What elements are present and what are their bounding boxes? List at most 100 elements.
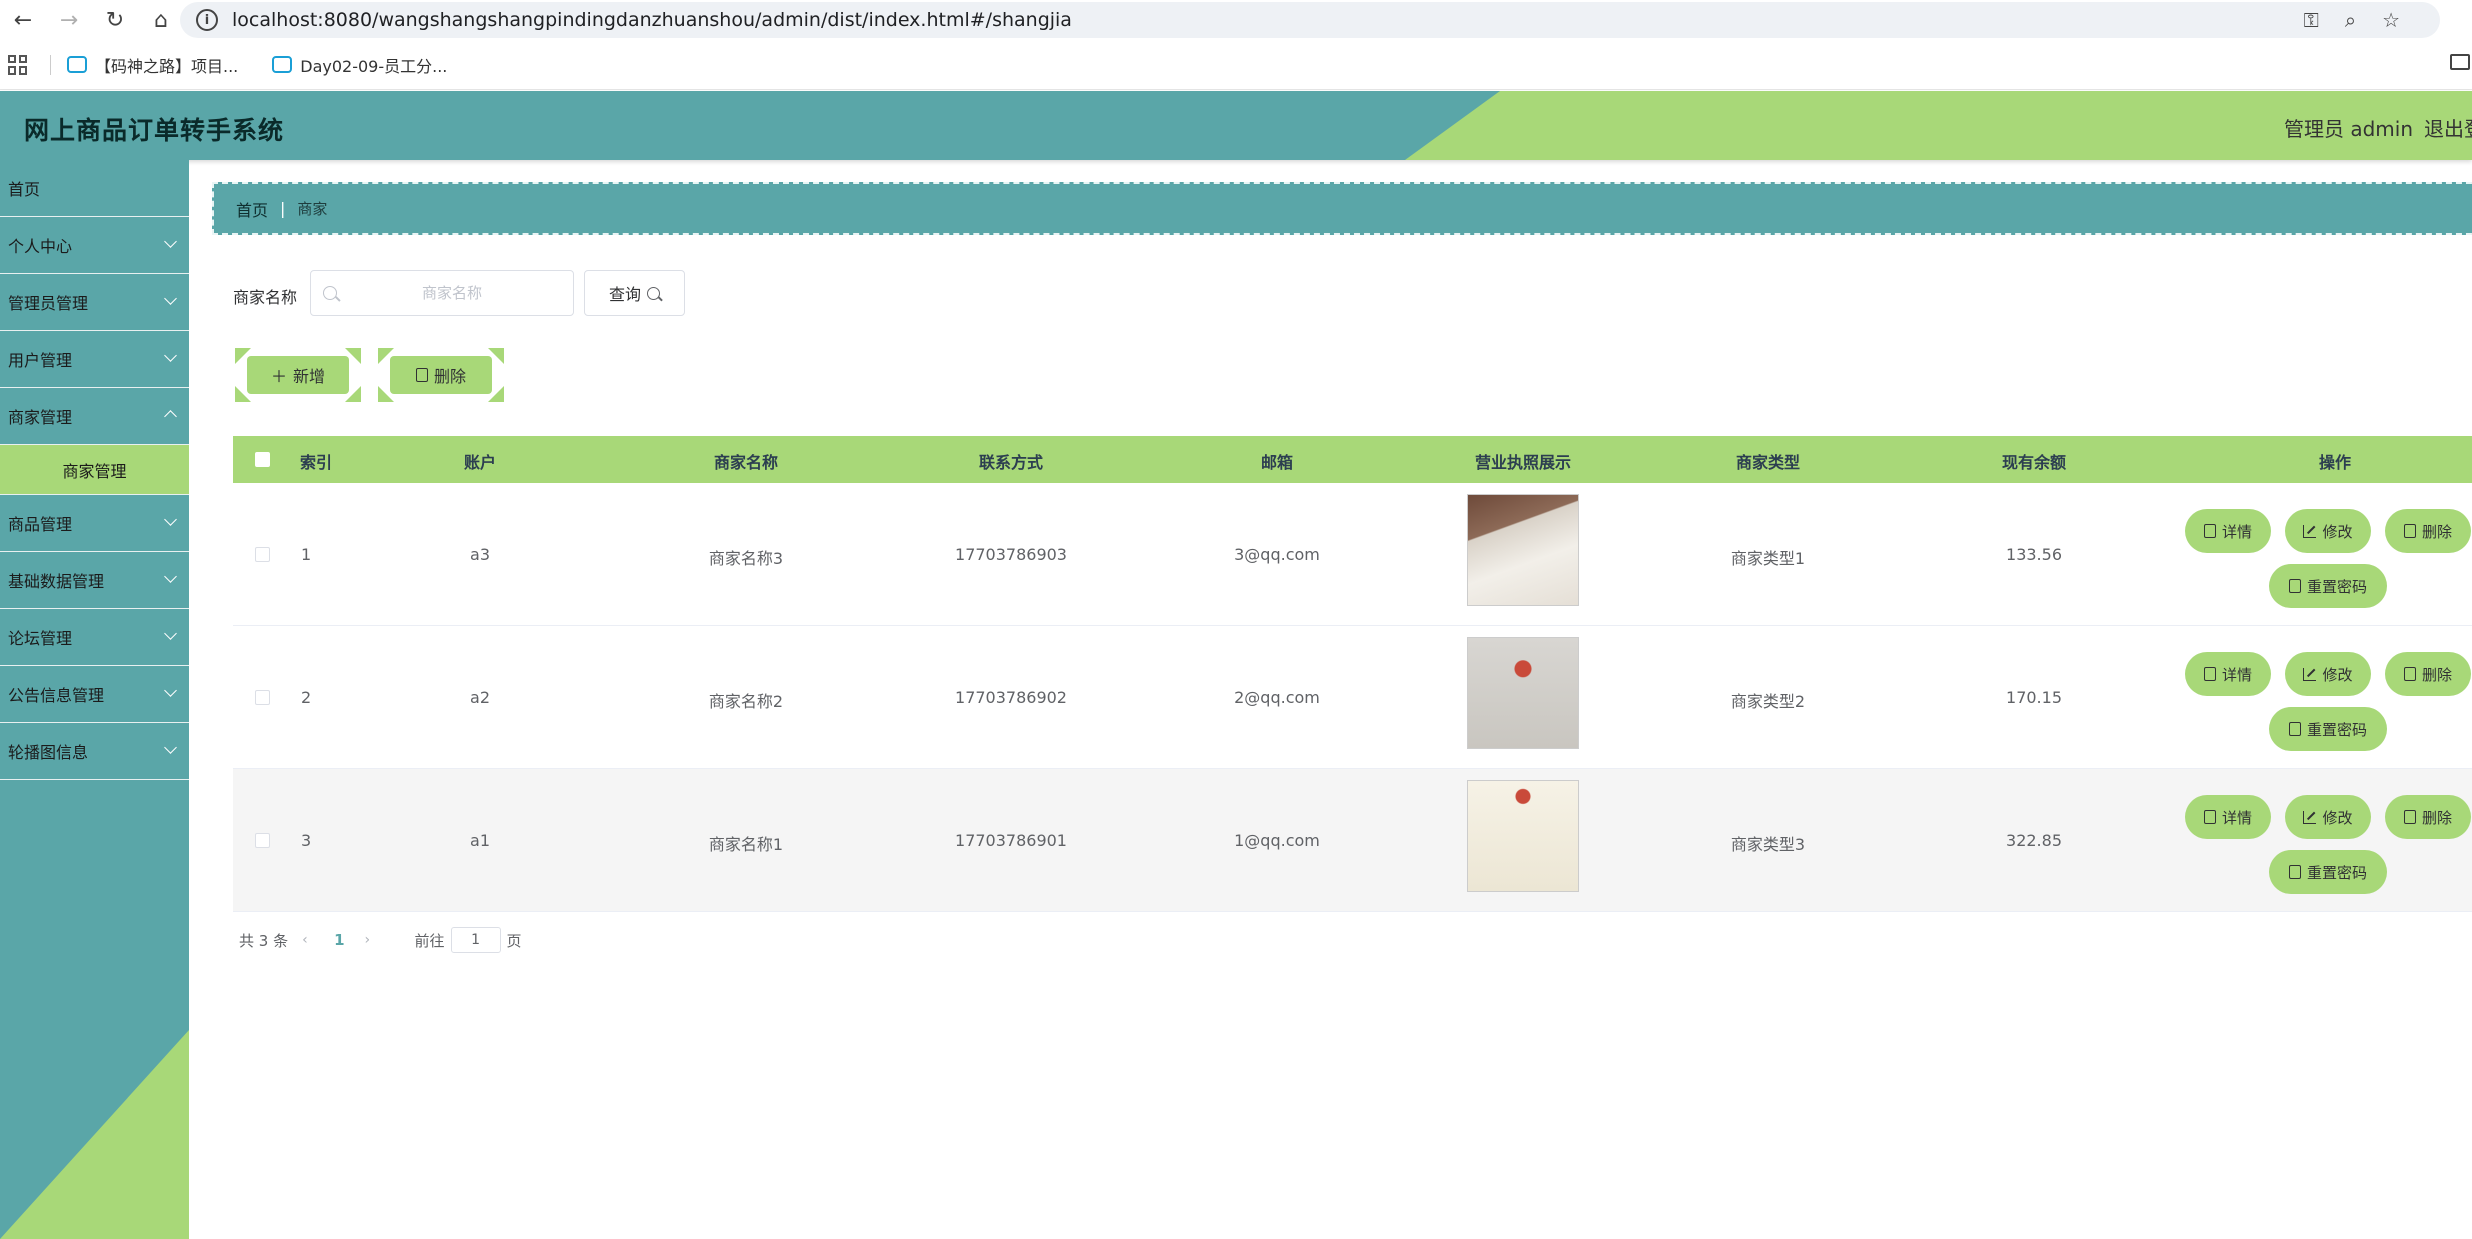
key-icon[interactable]: ⚿ (2304, 8, 2319, 32)
reset-password-button[interactable]: 重置密码 (2271, 852, 2385, 892)
back-icon[interactable]: ← (0, 0, 46, 40)
sidebar-subitem-merchant-management[interactable]: 商家管理 (0, 445, 189, 495)
sidebar-item-home[interactable]: 首页 (0, 160, 189, 217)
chevron-down-icon (164, 292, 177, 305)
detail-label: 详情 (2221, 522, 2252, 541)
reset-password-button[interactable]: 重置密码 (2271, 566, 2385, 606)
sidebar-item-forum-management[interactable]: 论坛管理 (0, 609, 189, 666)
cell-email: 2@qq.com (1234, 688, 1320, 707)
column-header: 索引 (299, 453, 333, 472)
sidebar-item-carousel[interactable]: 轮播图信息 (0, 723, 189, 780)
goto-page-input[interactable] (450, 927, 501, 953)
cell-account: a1 (470, 831, 490, 850)
home-icon[interactable]: ⌂ (138, 0, 184, 40)
cell-index: 2 (301, 688, 312, 707)
column-header: 操作 (2318, 453, 2352, 472)
delete-button[interactable]: 删除 (2387, 654, 2469, 694)
detail-button[interactable]: 详情 (2187, 511, 2269, 551)
cell-name: 商家名称2 (708, 692, 784, 711)
business-license-image[interactable] (1467, 780, 1579, 892)
bookmark-item[interactable]: 【码神之路】项目... (67, 53, 238, 77)
reset-password-button[interactable]: 重置密码 (2271, 709, 2385, 749)
cell-name: 商家名称1 (708, 835, 784, 854)
merchant-name-field[interactable] (311, 271, 573, 315)
page-number[interactable]: 1 (334, 931, 344, 949)
cell-type: 商家类型1 (1730, 549, 1806, 568)
cell-phone: 17703786901 (955, 831, 1067, 850)
next-page-icon[interactable]: › (365, 932, 377, 948)
sidebar-item-label: 商品管理 (8, 515, 73, 534)
folder-icon[interactable] (2450, 54, 2470, 70)
chevron-down-icon (164, 349, 177, 362)
business-license-image[interactable] (1467, 637, 1579, 749)
cell-email: 1@qq.com (1234, 831, 1320, 850)
sidebar-item-label: 公告信息管理 (8, 686, 105, 705)
trash-icon (415, 368, 428, 382)
sidebar-item-base-data-management[interactable]: 基础数据管理 (0, 552, 189, 609)
detail-label: 详情 (2221, 808, 2252, 827)
edit-button[interactable]: 修改 (2287, 511, 2369, 551)
breadcrumb: 首页 | 商家 (212, 182, 2472, 235)
breadcrumb-separator: | (280, 199, 286, 218)
url-text: localhost:8080/wangshangshangpindingdanz… (232, 9, 1072, 31)
reload-icon[interactable]: ↻ (92, 0, 138, 40)
sidebar-item-product-management[interactable]: 商品管理 (0, 495, 189, 552)
delete-button[interactable]: 删除 (2387, 797, 2469, 837)
business-license-image[interactable] (1467, 494, 1579, 606)
logout-link[interactable]: 退出登录 (2424, 113, 2472, 142)
row-checkbox[interactable] (255, 690, 270, 705)
edit-icon (2303, 667, 2317, 681)
sidebar-item-label: 商家管理 (8, 408, 73, 427)
sidebar-item-label: 用户管理 (8, 351, 73, 370)
table-header: 索引 账户 商家名称 联系方式 邮箱 营业执照展示 商家类型 现有余额 操作 (233, 436, 2472, 483)
row-checkbox[interactable] (255, 833, 270, 848)
add-button-label: 新增 (293, 367, 326, 386)
sidebar-item-label: 轮播图信息 (8, 743, 89, 762)
edit-button[interactable]: 修改 (2287, 797, 2369, 837)
query-button[interactable]: 查询 (584, 270, 685, 316)
star-icon[interactable]: ☆ (2382, 8, 2400, 32)
breadcrumb-home[interactable]: 首页 (236, 197, 268, 221)
site-info-icon[interactable]: i (196, 9, 218, 31)
search-label: 商家名称 (233, 288, 298, 307)
edit-button[interactable]: 修改 (2287, 654, 2369, 694)
sidebar-item-label: 论坛管理 (8, 629, 73, 648)
sidebar-item-merchant-management[interactable]: 商家管理 (0, 388, 189, 445)
detail-button[interactable]: 详情 (2187, 654, 2269, 694)
chevron-down-icon (164, 235, 177, 248)
sidebar-item-user-management[interactable]: 用户管理 (0, 331, 189, 388)
zoom-icon[interactable]: ⌕ (2345, 8, 2356, 32)
delete-label: 删除 (2421, 522, 2452, 541)
reset-label: 重置密码 (2306, 720, 2367, 739)
delete-button-label: 删除 (433, 367, 466, 386)
document-icon (2288, 722, 2301, 736)
edit-label: 修改 (2322, 808, 2353, 827)
url-field[interactable]: i localhost:8080/wangshangshangpindingda… (180, 2, 2440, 38)
sidebar-item-notice-management[interactable]: 公告信息管理 (0, 666, 189, 723)
cell-balance: 133.56 (2006, 545, 2062, 564)
delete-label: 删除 (2421, 665, 2452, 684)
prev-page-icon[interactable]: ‹ (302, 932, 314, 948)
cell-email: 3@qq.com (1234, 545, 1320, 564)
sidebar-item-personal-center[interactable]: 个人中心 (0, 217, 189, 274)
table-row: 2 a2 商家名称2 17703786902 2@qq.com 商家类型2 17… (233, 626, 2472, 769)
sidebar-item-admin-management[interactable]: 管理员管理 (0, 274, 189, 331)
batch-delete-button[interactable]: 删除 (376, 348, 506, 402)
detail-button[interactable]: 详情 (2187, 797, 2269, 837)
select-all-checkbox[interactable] (255, 452, 270, 467)
bookmark-item[interactable]: Day02-09-员工分... (272, 53, 447, 77)
page-unit-label: 页 (506, 931, 522, 950)
delete-button[interactable]: 删除 (2387, 511, 2469, 551)
add-button[interactable]: ＋ 新增 (233, 348, 363, 402)
cell-balance: 170.15 (2006, 688, 2062, 707)
merchant-table: 索引 账户 商家名称 联系方式 邮箱 营业执照展示 商家类型 现有余额 操作 1… (233, 436, 2472, 912)
edit-label: 修改 (2322, 522, 2353, 541)
chevron-down-icon (164, 627, 177, 640)
bookmark-label: 【码神之路】项目... (95, 56, 239, 76)
apps-icon[interactable] (8, 54, 28, 75)
search-input[interactable] (310, 270, 574, 316)
forward-icon[interactable]: → (46, 0, 92, 40)
edit-icon (2303, 524, 2317, 538)
row-checkbox[interactable] (255, 547, 270, 562)
document-icon (2203, 810, 2216, 824)
